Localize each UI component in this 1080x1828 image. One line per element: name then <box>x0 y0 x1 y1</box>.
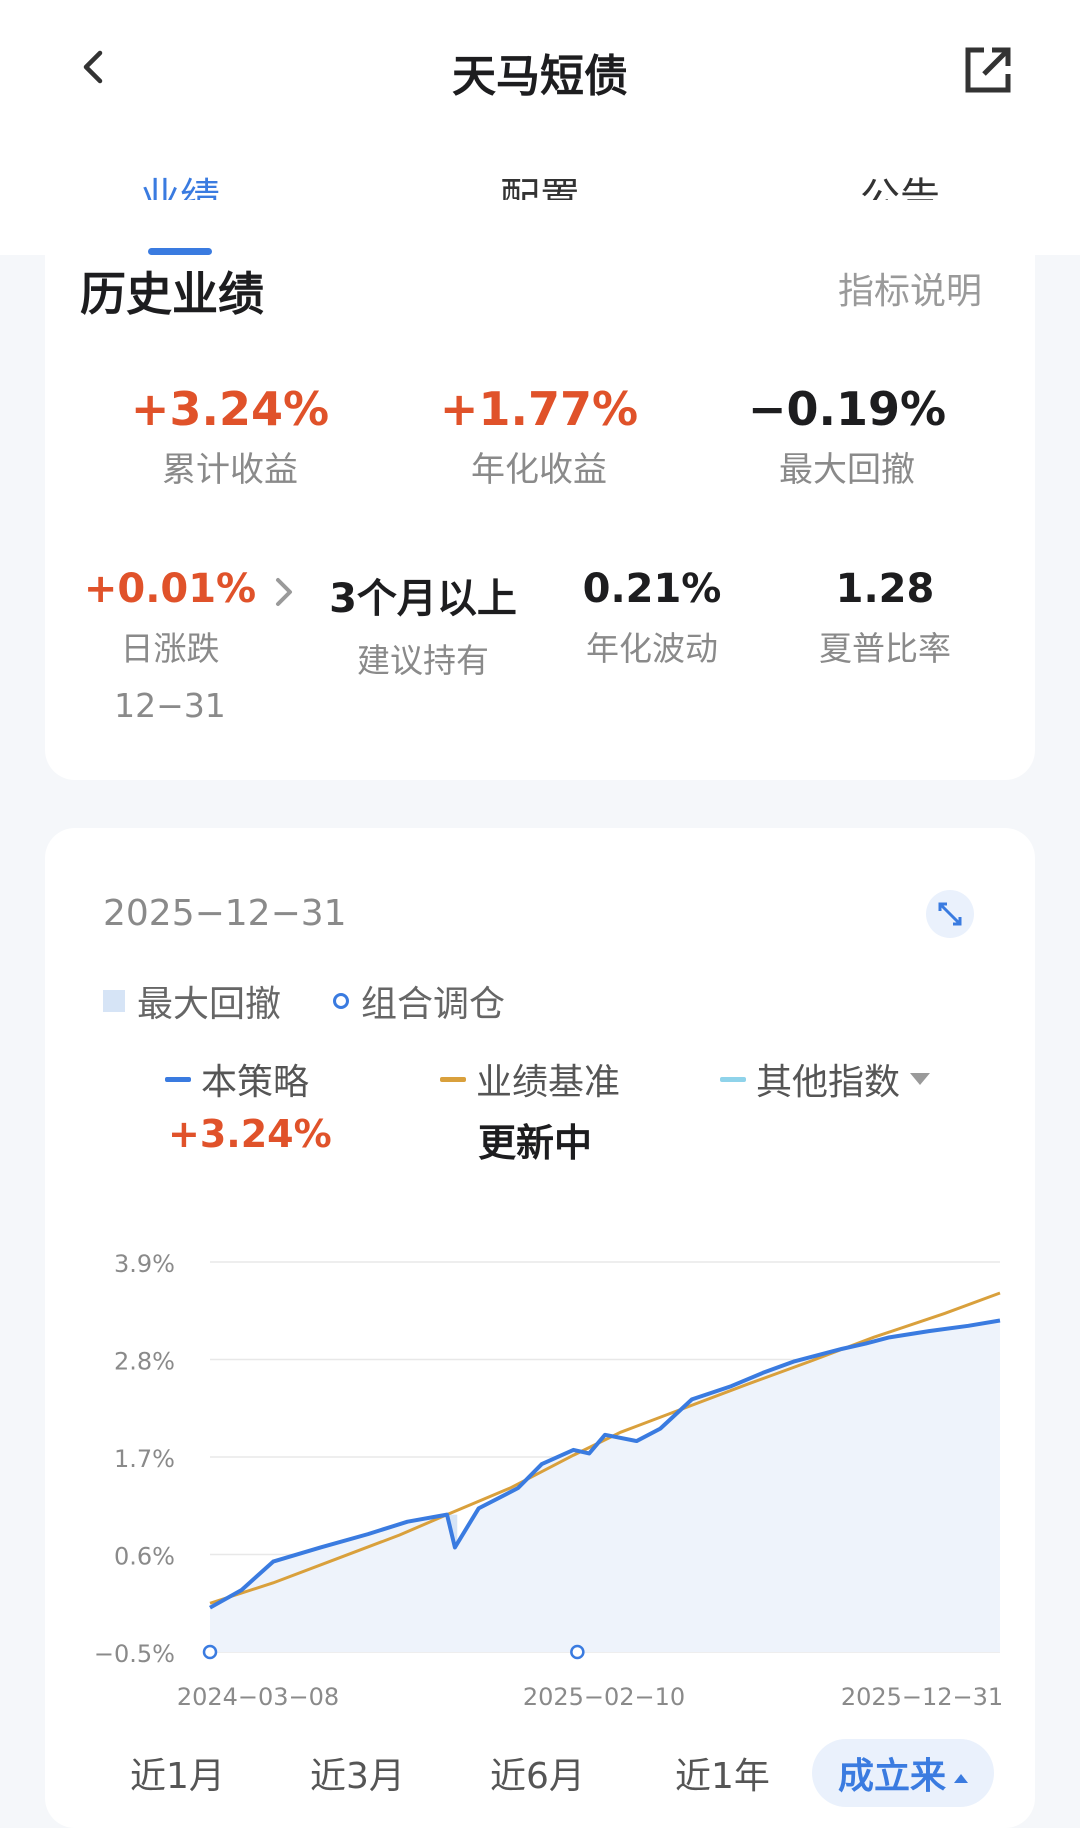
series-legend-benchmark[interactable]: 业绩基准 <box>440 1053 620 1105</box>
y-tick-label: 3.9% <box>114 1250 175 1278</box>
x-tick-label: 2025−12−31 <box>841 1683 1003 1711</box>
y-tick-label: 0.6% <box>114 1543 175 1571</box>
range-tab-bar: 近1月 近3月 近6月 近1年 成立来 <box>0 1735 1080 1815</box>
strategy-line-icon <box>165 1076 191 1082</box>
metric-value: +1.77% <box>439 382 639 436</box>
active-tab-indicator <box>148 248 212 255</box>
range-tab-label: 成立来 <box>838 1756 947 1797</box>
metric-annualized-return: +1.77% 年化收益 <box>439 382 639 491</box>
metric-value: 1.28 <box>835 566 935 612</box>
y-tick-label: 2.8% <box>114 1348 175 1376</box>
share-button[interactable] <box>962 44 1014 96</box>
metric-label: 夏普比率 <box>819 629 951 668</box>
sort-up-icon <box>954 1773 969 1783</box>
series-legend-strategy[interactable]: 本策略 <box>165 1053 309 1105</box>
legend-label: 最大回撤 <box>137 984 282 1025</box>
section-title: 历史业绩 <box>80 267 264 321</box>
metric-volatility: 0.21% 年化波动 <box>552 566 752 670</box>
rebalance-circle-icon <box>333 993 349 1009</box>
range-tab-since-inception[interactable]: 成立来 <box>812 1739 995 1807</box>
metric-value: +0.01% <box>83 566 257 612</box>
x-tick-label: 2024−03−08 <box>177 1683 339 1711</box>
series-value-strategy: +3.24% <box>168 1112 332 1156</box>
metric-explanation-link[interactable]: 指标说明 <box>838 262 982 314</box>
range-tab-1y[interactable]: 近1年 <box>675 1747 770 1799</box>
chevron-right-icon[interactable] <box>268 572 298 612</box>
y-tick-label: −0.5% <box>94 1640 175 1668</box>
rebalance-marker <box>570 1644 585 1660</box>
drawdown-swatch-icon <box>103 990 125 1012</box>
legend-label: 组合调仓 <box>361 984 506 1025</box>
metric-label: 累计收益 <box>162 450 298 490</box>
metric-date: 12−31 <box>114 686 226 725</box>
metric-cumulative-return: +3.24% 累计收益 <box>130 382 330 491</box>
metric-value: 0.21% <box>582 566 722 612</box>
range-tab-3m[interactable]: 近3月 <box>310 1747 405 1799</box>
x-tick-label: 2025−02−10 <box>523 1683 685 1711</box>
metric-sharpe-ratio: 1.28 夏普比率 <box>785 566 985 670</box>
series-value-benchmark: 更新中 <box>478 1121 593 1165</box>
legend-rebalance: 组合调仓 <box>333 975 505 1027</box>
metric-label: 最大回撤 <box>779 450 915 490</box>
range-tab-1m[interactable]: 近1月 <box>130 1747 225 1799</box>
metric-label: 日涨跌 <box>120 629 220 668</box>
rebalance-marker <box>202 1644 218 1660</box>
chart-date: 2025−12−31 <box>103 893 347 934</box>
metric-holding-period: 3个月以上 建议持有 <box>318 566 528 682</box>
legend-max-drawdown: 最大回撤 <box>103 975 281 1027</box>
metric-max-drawdown: −0.19% 最大回撤 <box>747 382 947 491</box>
page-title: 天马短债 <box>452 51 628 102</box>
series-name: 本策略 <box>201 1062 310 1103</box>
external-link-icon <box>965 47 1011 93</box>
metric-label: 年化波动 <box>586 629 718 668</box>
metric-label: 年化收益 <box>471 450 607 490</box>
dropdown-arrow-icon <box>910 1073 931 1085</box>
series-name: 其他指数 <box>756 1062 901 1103</box>
fullscreen-button[interactable] <box>926 890 974 938</box>
metric-value: −0.19% <box>747 382 947 436</box>
metric-value: +3.24% <box>130 382 330 436</box>
performance-chart[interactable]: 3.9% 2.8% 1.7% 0.6% −0.5%2024−03−08 2025−02−1… <box>0 1230 1080 1730</box>
other-index-line-icon <box>720 1076 746 1082</box>
range-tab-6m[interactable]: 近6月 <box>490 1747 585 1799</box>
y-tick-label: 1.7% <box>114 1445 175 1473</box>
metric-value: 3个月以上 <box>329 576 517 622</box>
expand-icon <box>938 902 962 926</box>
metric-label: 建议持有 <box>357 641 489 680</box>
series-legend-other-index[interactable]: 其他指数 <box>720 1053 931 1105</box>
benchmark-line-icon <box>440 1076 466 1082</box>
strategy-area <box>210 1320 1000 1652</box>
series-name: 业绩基准 <box>476 1062 621 1103</box>
